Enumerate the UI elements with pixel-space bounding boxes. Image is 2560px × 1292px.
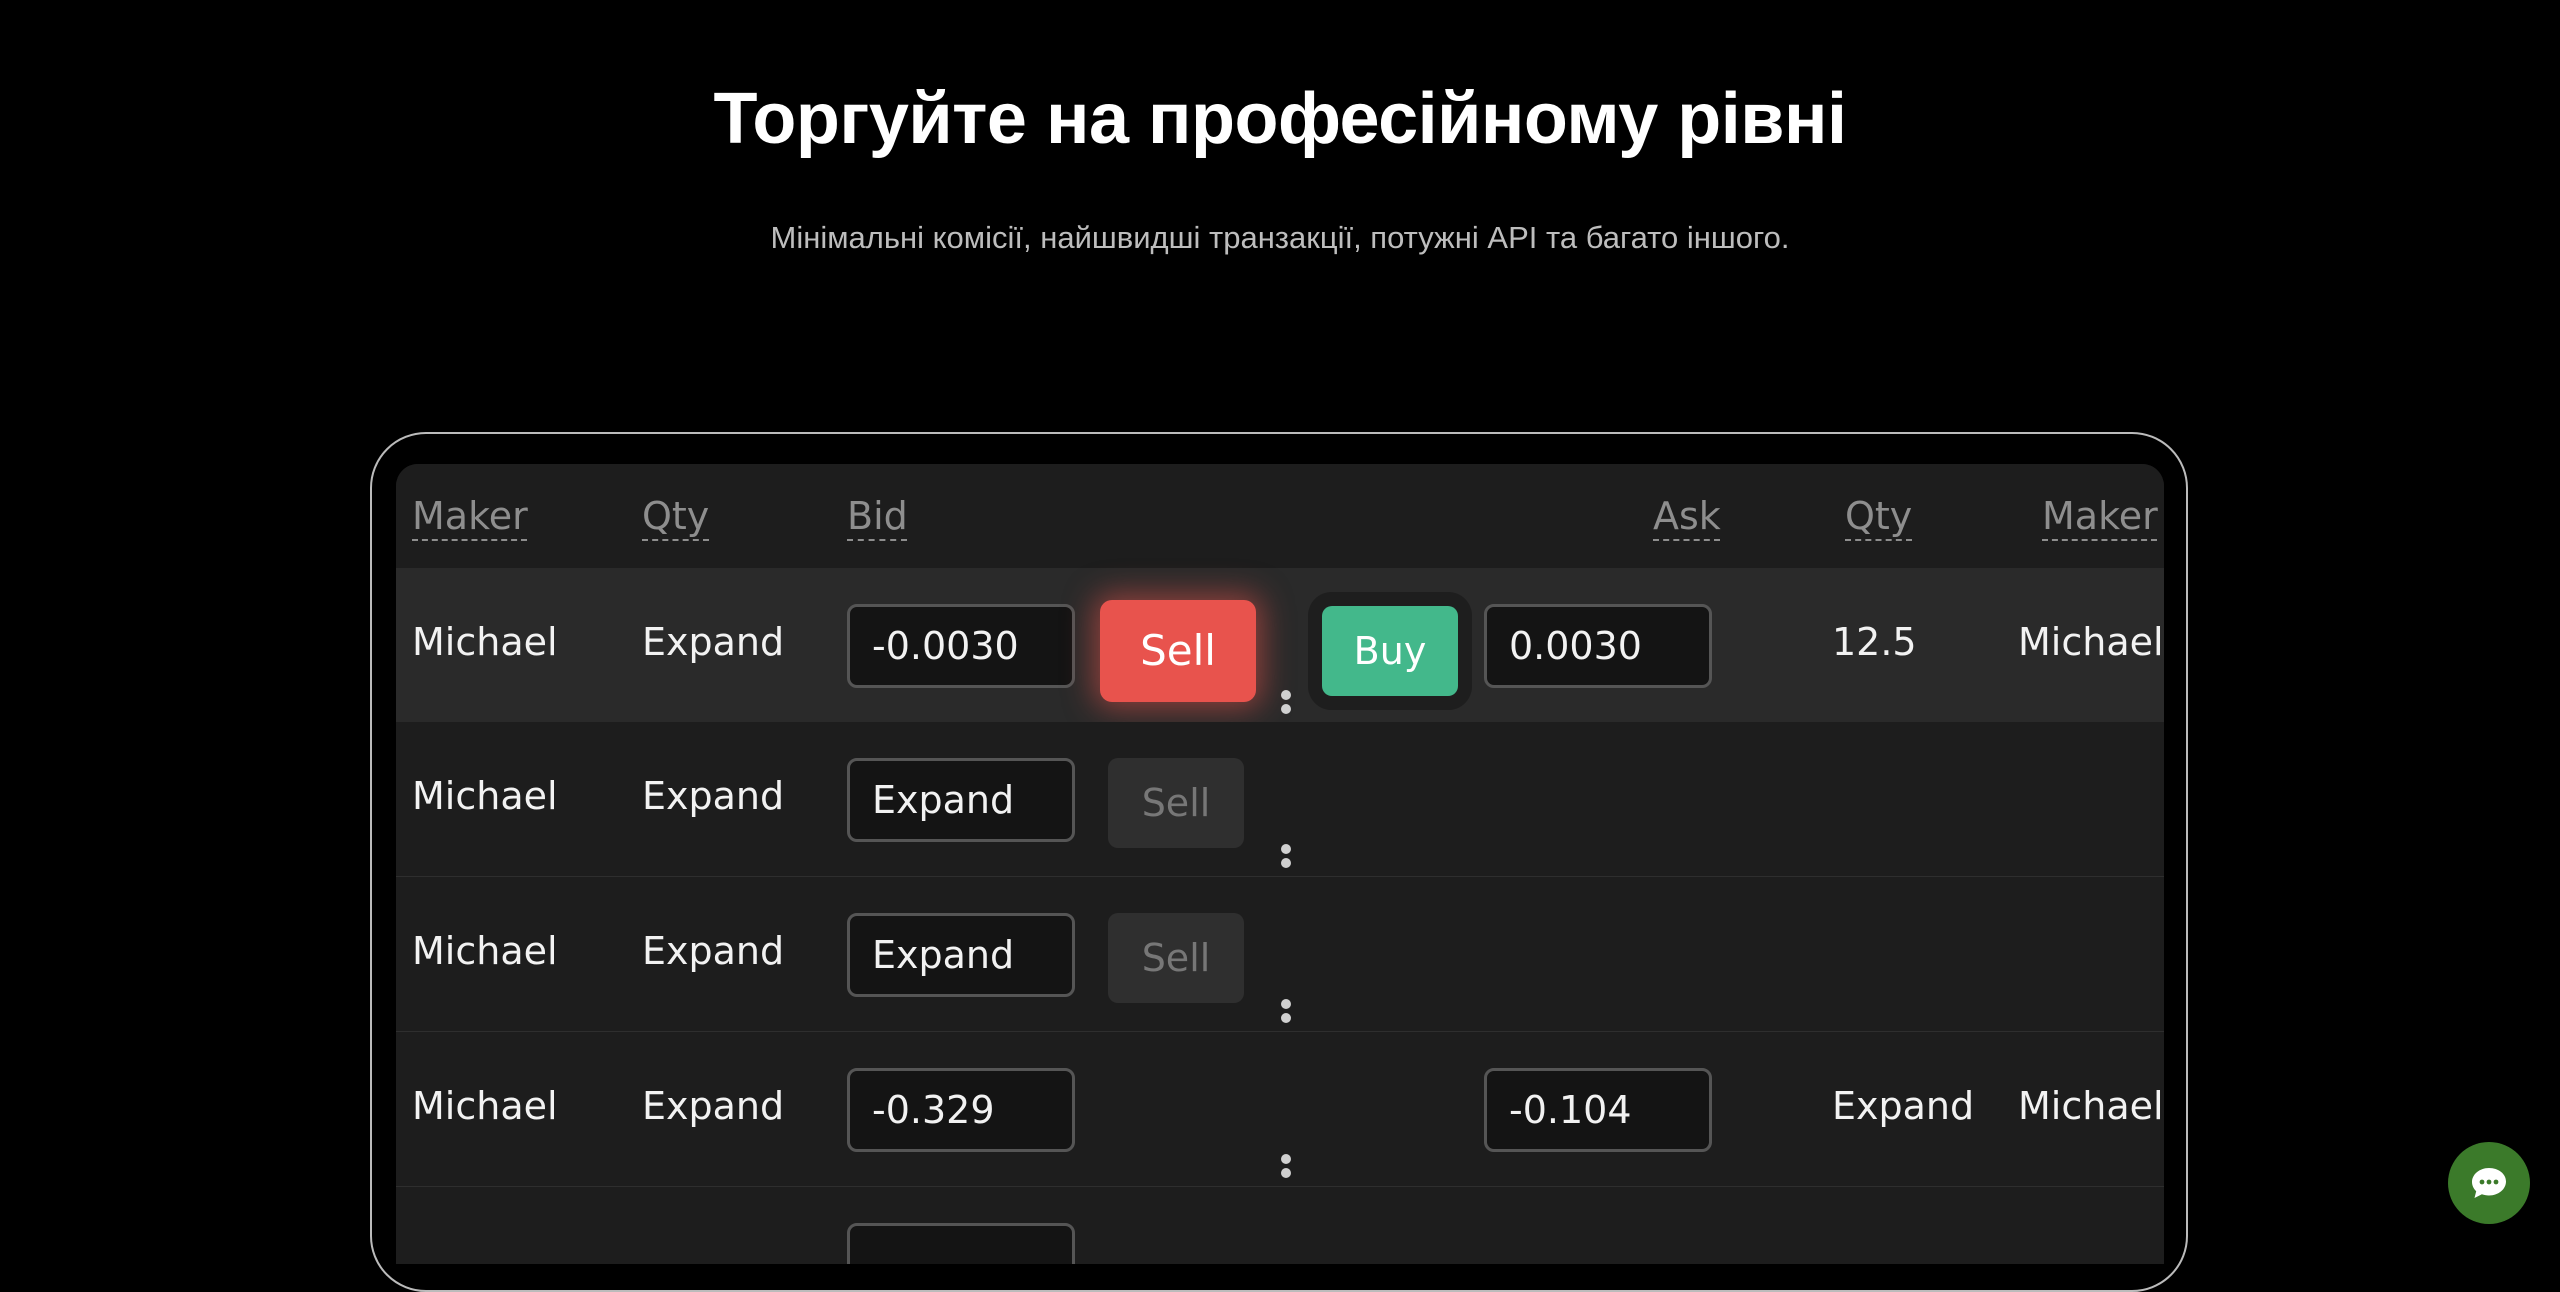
kebab-menu-icon[interactable] bbox=[1280, 1154, 1292, 1190]
ask-input[interactable]: 0.0030 bbox=[1484, 604, 1712, 688]
table-header: Maker Qty Bid Ask Qty Maker bbox=[396, 464, 2164, 568]
sell-button-disabled[interactable]: Sell bbox=[1108, 913, 1244, 1003]
maker-left-cell: Michael bbox=[412, 620, 558, 664]
bid-input[interactable]: -0.329 bbox=[847, 1068, 1075, 1152]
maker-left-cell: Michael bbox=[412, 774, 558, 818]
order-book-screen: Maker Qty Bid Ask Qty Maker Michael Expa… bbox=[396, 464, 2164, 1264]
qty-left-cell[interactable]: Expand bbox=[642, 929, 784, 973]
bid-input[interactable]: Expand bbox=[847, 913, 1075, 997]
maker-right-cell: Michael bbox=[2018, 620, 2164, 664]
header-bid: Bid bbox=[847, 494, 908, 538]
qty-left-cell[interactable]: Expand bbox=[642, 620, 784, 664]
header-ask: Ask bbox=[1653, 494, 1721, 538]
qty-left-cell[interactable]: Expand bbox=[642, 1084, 784, 1128]
chat-bubble-icon bbox=[2472, 1168, 2506, 1198]
bid-input[interactable]: Expand bbox=[847, 758, 1075, 842]
sell-button-disabled[interactable]: Sell bbox=[1108, 758, 1244, 848]
table-row[interactable] bbox=[396, 1187, 2164, 1264]
sell-button[interactable]: Sell bbox=[1100, 600, 1256, 702]
page-subtitle: Мінімальні комісії, найшвидші транзакції… bbox=[770, 220, 1790, 255]
page-title: Торгуйте на професійному рівні bbox=[713, 79, 1847, 159]
kebab-menu-icon[interactable] bbox=[1280, 690, 1292, 726]
table-row[interactable]: Michael Expand -0.0030 Sell Buy 0.0030 1… bbox=[396, 568, 2164, 725]
buy-button[interactable]: Buy bbox=[1322, 606, 1458, 696]
qty-right-cell: 12.5 bbox=[1832, 620, 1917, 664]
kebab-menu-icon[interactable] bbox=[1280, 844, 1292, 880]
table-row[interactable]: Michael Expand Expand Sell bbox=[396, 722, 2164, 879]
ask-input[interactable]: -0.104 bbox=[1484, 1068, 1712, 1152]
header-maker-right: Maker bbox=[2042, 494, 2158, 538]
maker-right-cell: Michael bbox=[2018, 1084, 2164, 1128]
maker-left-cell: Michael bbox=[412, 929, 558, 973]
bid-input[interactable]: -0.0030 bbox=[847, 604, 1075, 688]
header-qty-left: Qty bbox=[642, 494, 710, 538]
qty-right-cell[interactable]: Expand bbox=[1832, 1084, 1974, 1128]
table-row[interactable]: Michael Expand -0.329 -0.104 Expand Mich… bbox=[396, 1032, 2164, 1189]
kebab-menu-icon[interactable] bbox=[1280, 999, 1292, 1035]
chat-button[interactable] bbox=[2448, 1142, 2530, 1224]
qty-left-cell[interactable]: Expand bbox=[642, 774, 784, 818]
header-qty-right: Qty bbox=[1845, 494, 1913, 538]
maker-left-cell: Michael bbox=[412, 1084, 558, 1128]
bid-input[interactable] bbox=[847, 1223, 1075, 1264]
table-row[interactable]: Michael Expand Expand Sell bbox=[396, 877, 2164, 1034]
header-maker-left: Maker bbox=[412, 494, 528, 538]
